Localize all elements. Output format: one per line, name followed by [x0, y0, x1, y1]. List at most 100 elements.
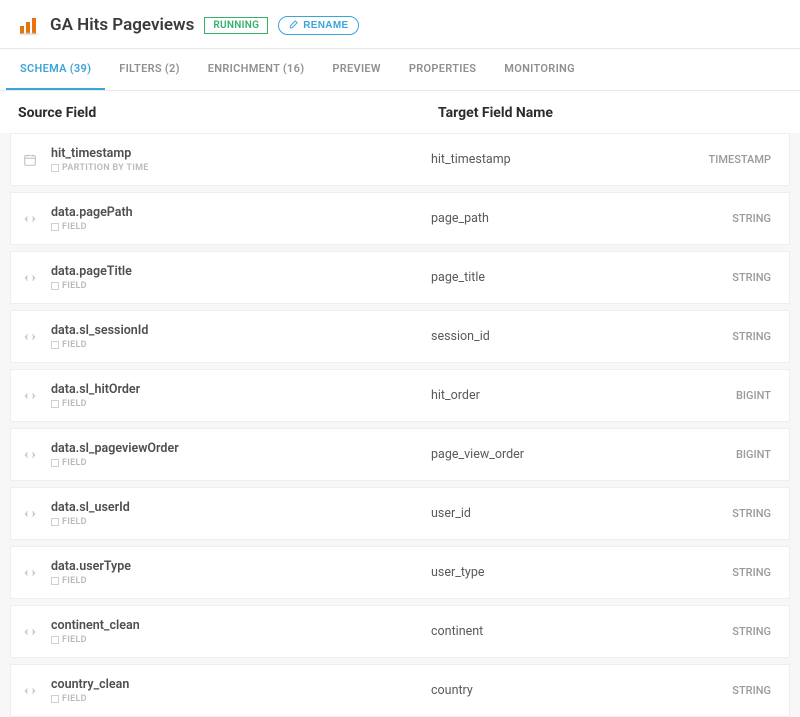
schema-row[interactable]: hit_timestamp PARTITION BY TIMEhit_timest… [11, 134, 789, 185]
field-type: STRING [732, 684, 771, 697]
source-field-meta-label: FIELD [62, 694, 87, 704]
source-field-meta: FIELD [51, 222, 431, 232]
field-type: STRING [732, 566, 771, 579]
drag-handle-icon[interactable] [23, 212, 37, 226]
tabs-bar: SCHEMA (39)FILTERS (2)ENRICHMENT (16)PRE… [0, 49, 800, 91]
column-header-target: Target Field Name [438, 105, 782, 121]
source-field-name: hit_timestamp [51, 146, 431, 161]
bar-chart-icon [18, 14, 40, 36]
source-field-cell: hit_timestamp PARTITION BY TIME [51, 146, 431, 173]
schema-row[interactable]: data.sl_pageviewOrder FIELD page_view_orde… [11, 429, 789, 480]
drag-handle-icon[interactable] [23, 330, 37, 344]
tab-filters[interactable]: FILTERS (2) [105, 49, 194, 90]
source-field-name: continent_clean [51, 618, 431, 633]
target-field-name: page_path [431, 211, 732, 226]
source-field-meta-label: FIELD [62, 340, 87, 350]
rename-button-label: RENAME [303, 20, 348, 31]
schema-row[interactable]: data.userType FIELD user_typeSTRING [11, 547, 789, 598]
source-field-meta-label: FIELD [62, 222, 87, 232]
source-field-meta-label: PARTITION BY TIME [62, 163, 149, 173]
page-header: GA Hits Pageviews RUNNING RENAME [0, 0, 800, 49]
target-field-name: user_type [431, 565, 732, 580]
tab-preview[interactable]: PREVIEW [318, 49, 395, 90]
pencil-icon [289, 19, 299, 32]
schema-row[interactable]: data.pagePathFIELDpage_pathSTRING [11, 193, 789, 244]
status-badge: RUNNING [204, 17, 268, 34]
source-field-meta: PARTITION BY TIME [51, 163, 431, 173]
source-field-meta-label: FIELD [62, 399, 87, 409]
column-header-source: Source Field [18, 105, 438, 121]
schema-row[interactable]: data.sl_sessionId FIELD session_idSTRING [11, 311, 789, 362]
tab-schema[interactable]: SCHEMA (39) [6, 49, 105, 90]
meta-box-icon [51, 695, 59, 703]
drag-handle-icon[interactable] [23, 507, 37, 521]
field-type: STRING [732, 271, 771, 284]
tab-monitoring[interactable]: MONITORING [490, 49, 589, 90]
source-field-name: data.sl_pageviewOrder [51, 441, 431, 456]
source-field-name: data.sl_userId [51, 500, 431, 515]
source-field-meta: FIELD [51, 635, 431, 645]
target-field-name: continent [431, 624, 732, 639]
source-field-meta: FIELD [51, 458, 431, 468]
source-field-name: data.sl_hitOrder [51, 382, 431, 397]
schema-row[interactable]: data.sl_hitOrder FIELD hit_orderBIGINT [11, 370, 789, 421]
source-field-cell: data.pageTitle FIELD [51, 264, 431, 291]
field-type: STRING [732, 625, 771, 638]
tab-enrichment[interactable]: ENRICHMENT (16) [194, 49, 319, 90]
source-field-meta: FIELD [51, 399, 431, 409]
calendar-icon [23, 153, 37, 167]
target-field-name: user_id [431, 506, 732, 521]
source-field-meta-label: FIELD [62, 517, 87, 527]
field-type: STRING [732, 507, 771, 520]
drag-handle-icon[interactable] [23, 625, 37, 639]
meta-box-icon [51, 223, 59, 231]
source-field-name: data.sl_sessionId [51, 323, 431, 338]
schema-row[interactable]: country_clean FIELD countrySTRING [11, 665, 789, 716]
target-field-name: hit_order [431, 388, 736, 403]
field-type: BIGINT [736, 448, 771, 461]
drag-handle-icon[interactable] [23, 684, 37, 698]
source-field-meta-label: FIELD [62, 635, 87, 645]
field-type: TIMESTAMP [709, 153, 771, 166]
source-field-name: data.pagePath [51, 205, 431, 220]
source-field-cell: country_clean FIELD [51, 677, 431, 704]
field-type: STRING [732, 330, 771, 343]
field-type: BIGINT [736, 389, 771, 402]
schema-header-row: Source Field Target Field Name [0, 91, 800, 133]
page-title: GA Hits Pageviews [50, 15, 194, 35]
source-field-name: data.pageTitle [51, 264, 431, 279]
drag-handle-icon[interactable] [23, 271, 37, 285]
source-field-meta: FIELD [51, 576, 431, 586]
schema-row[interactable]: data.sl_userId FIELD user_idSTRING [11, 488, 789, 539]
meta-box-icon [51, 518, 59, 526]
source-field-meta: FIELD [51, 281, 431, 291]
meta-box-icon [51, 341, 59, 349]
schema-row[interactable]: continent_clean FIELD continentSTRING [11, 606, 789, 657]
drag-handle-icon[interactable] [23, 448, 37, 462]
source-field-meta: FIELD [51, 340, 431, 350]
source-field-cell: continent_clean FIELD [51, 618, 431, 645]
source-field-cell: data.pagePath FIELD [51, 205, 431, 232]
source-field-cell: data.sl_sessionId FIELD [51, 323, 431, 350]
meta-box-icon [51, 400, 59, 408]
drag-handle-icon[interactable] [23, 566, 37, 580]
meta-box-icon [51, 459, 59, 467]
meta-box-icon [51, 577, 59, 585]
target-field-name: page_view_order [431, 447, 736, 462]
source-field-meta: FIELD [51, 517, 431, 527]
source-field-meta-label: FIELD [62, 576, 87, 586]
schema-row[interactable]: data.pageTitleFIELDpage_titleSTRING [11, 252, 789, 303]
tab-properties[interactable]: PROPERTIES [395, 49, 490, 90]
meta-box-icon [51, 282, 59, 290]
drag-handle-icon[interactable] [23, 389, 37, 403]
target-field-name: country [431, 683, 732, 698]
rename-button[interactable]: RENAME [278, 16, 359, 35]
source-field-name: country_clean [51, 677, 431, 692]
source-field-cell: data.sl_userId FIELD [51, 500, 431, 527]
meta-box-icon [51, 164, 59, 172]
source-field-name: data.userType [51, 559, 431, 574]
schema-body: hit_timestamp PARTITION BY TIMEhit_timest… [0, 133, 800, 717]
source-field-meta-label: FIELD [62, 281, 87, 291]
source-field-meta-label: FIELD [62, 458, 87, 468]
target-field-name: session_id [431, 329, 732, 344]
